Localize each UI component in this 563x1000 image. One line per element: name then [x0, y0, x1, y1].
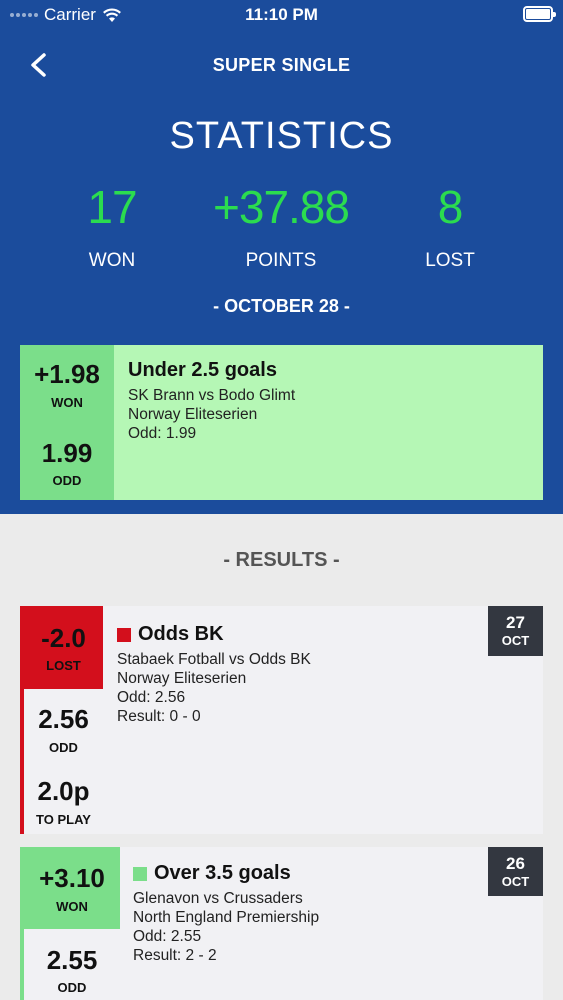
status-bar: Carrier 11:10 PM: [0, 0, 563, 30]
current-bet-odd-text: Odd: 1.99: [128, 425, 197, 442]
result-odd-box: 2.55 ODD: [24, 945, 120, 995]
lost-marker-icon: [117, 627, 131, 642]
result-match: Glenavon vs Crussaders: [133, 890, 303, 907]
battery-icon: [523, 6, 556, 22]
results-heading: - RESULTS -: [223, 549, 340, 571]
result-title-line: Over 3.5 goals: [133, 862, 319, 885]
result-date-tag: 26 OCT: [488, 847, 543, 896]
result-league: North England Premiership: [133, 909, 320, 926]
result-day: 27: [506, 613, 525, 632]
result-card[interactable]: +3.10 WON 2.55 ODD Over 3.5 goals Glenav…: [20, 847, 543, 1000]
result-day: 26: [506, 854, 525, 873]
result-odd-box: 2.56 ODD: [24, 704, 103, 755]
current-bet-side: +1.98 WON 1.99 ODD: [20, 345, 114, 500]
result-score: Result: 0 - 0: [117, 708, 201, 725]
current-bet-odd-value: 1.99: [41, 438, 93, 468]
won-label: WON: [88, 250, 136, 271]
stat-points: +37.88 POINTS: [201, 184, 361, 272]
current-bet-odd-label: ODD: [52, 473, 82, 488]
result-odd-text: Odd: 2.55: [133, 928, 202, 945]
result-status-box: +3.10 WON: [24, 847, 120, 929]
result-title: Over 3.5 goals: [154, 862, 291, 884]
result-month: OCT: [501, 874, 530, 889]
won-marker-icon: [133, 866, 147, 881]
current-date-heading: - OCTOBER 28 -: [213, 296, 350, 316]
result-odd-value: 2.55: [46, 945, 98, 975]
result-month: OCT: [501, 633, 530, 648]
current-bet-card[interactable]: +1.98 WON 1.99 ODD Under 2.5 goals SK Br…: [20, 345, 543, 500]
lost-count: 8: [437, 181, 464, 233]
statistics-title: STATISTICS: [169, 115, 394, 157]
result-title: Odds BK: [138, 623, 224, 645]
lost-label: LOST: [425, 250, 475, 271]
current-bet-details: Under 2.5 goals SK Brann vs Bodo Glimt N…: [128, 359, 295, 443]
result-stake-label: TO PLAY: [36, 812, 91, 827]
current-bet-result-value: +1.98: [34, 359, 100, 389]
result-league: Norway Eliteserien: [117, 670, 247, 687]
current-bet-title: Under 2.5 goals: [128, 359, 277, 381]
result-odd-label: ODD: [49, 740, 78, 755]
result-odd-label: ODD: [57, 980, 87, 995]
result-status-box: -2.0 LOST: [24, 606, 103, 689]
points-label: POINTS: [245, 250, 317, 271]
page-title: SUPER SINGLE: [212, 55, 351, 75]
current-bet-match: SK Brann vs Bodo Glimt: [128, 387, 296, 404]
result-stake-value: 2.0p: [37, 776, 90, 806]
current-bet-league: Norway Eliteserien: [128, 406, 258, 423]
result-label: LOST: [46, 658, 81, 673]
stat-won: 17 WON: [32, 184, 192, 272]
result-label: WON: [56, 899, 88, 914]
header-section: Carrier 11:10 PM SUPER SINGLE STATISTICS…: [0, 0, 563, 514]
result-value: -2.0: [41, 623, 86, 653]
result-match: Stabaek Fotball vs Odds BK: [117, 651, 311, 668]
result-odd-value: 2.56: [38, 704, 89, 734]
result-details: Odds BK Stabaek Fotball vs Odds BK Norwa…: [117, 623, 311, 726]
won-count: 17: [87, 181, 137, 233]
result-odd-text: Odd: 2.56: [117, 689, 186, 706]
stat-lost: 8 LOST: [370, 184, 530, 272]
result-title-line: Odds BK: [117, 623, 311, 646]
clock: 11:10 PM: [245, 5, 318, 24]
result-card[interactable]: -2.0 LOST 2.56 ODD 2.0p TO PLAY Odds BK …: [20, 606, 543, 834]
result-date-tag: 27 OCT: [488, 606, 543, 656]
result-score: Result: 2 - 2: [133, 947, 217, 964]
result-value: +3.10: [39, 863, 105, 893]
result-details: Over 3.5 goals Glenavon vs Crussaders No…: [133, 862, 319, 965]
current-bet-result-label: WON: [51, 395, 83, 410]
result-stake-box: 2.0p TO PLAY: [24, 776, 103, 827]
points-value: +37.88: [213, 181, 350, 233]
